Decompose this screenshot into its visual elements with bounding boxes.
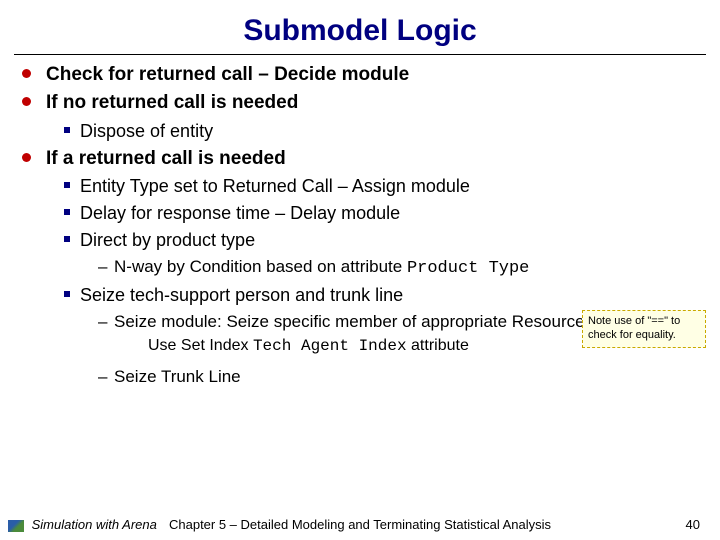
subsub-nway: – N-way by Condition based on attribute … [18,256,702,280]
dash-bullet-icon: – [98,311,107,333]
bullet-code: Tech Agent Index [253,337,407,355]
dash-bullet-icon: – [98,256,107,278]
bullet-text: Entity Type set to Returned Call – Assig… [80,176,470,196]
square-bullet-icon [64,209,70,215]
subbullet-direct: Direct by product type [18,229,702,252]
bullet-text: Seize module: Seize specific member of a… [114,312,612,331]
subbullet-entity-type: Entity Type set to Returned Call – Assig… [18,175,702,198]
bullet-dot-icon [22,97,31,106]
subbullet-seize: Seize tech-support person and trunk line [18,284,702,307]
bullet-text-c: attribute [407,337,469,354]
dash-bullet-icon: – [98,366,107,388]
square-bullet-icon [64,127,70,133]
title-rule [14,54,706,55]
footer-page: 40 [686,517,700,532]
subbullet-delay: Delay for response time – Delay module [18,202,702,225]
subbullet-dispose: Dispose of entity [18,120,702,143]
footer: Chapter 5 – Detailed Modeling and Termin… [0,517,720,532]
bullet-text: Direct by product type [80,230,255,250]
bullet-dot-icon [22,69,31,78]
bullet-dot-icon [22,153,31,162]
bullet-text-a: Use Set Index [148,337,253,354]
square-bullet-icon [64,182,70,188]
bullet-text: Check for returned call – Decide module [46,64,409,85]
bullet-check-returned: Check for returned call – Decide module [18,63,702,87]
bullet-if-returned: If a returned call is needed [18,147,702,171]
bullet-text: Delay for response time – Delay module [80,203,400,223]
square-bullet-icon [64,291,70,297]
footer-chapter: Chapter 5 – Detailed Modeling and Termin… [0,517,720,532]
bullet-text: Seize Trunk Line [114,367,241,386]
bullet-no-returned: If no returned call is needed [18,91,702,115]
slide: Submodel Logic Check for returned call –… [0,0,720,540]
bullet-text-a: N-way by Condition based on attribute [114,257,407,276]
bullet-text: If no returned call is needed [46,92,298,113]
bullet-code: Product Type [407,259,529,278]
bullet-text: If a returned call is needed [46,148,286,169]
square-bullet-icon [64,236,70,242]
note-box: Note use of "==" to check for equality. [582,310,706,348]
bullet-text: Seize tech-support person and trunk line [80,285,403,305]
subsub-seize-trunk: – Seize Trunk Line [18,366,702,388]
slide-title: Submodel Logic [0,0,720,54]
note-text: Note use of "==" to check for equality. [588,315,680,341]
bullet-text: Dispose of entity [80,121,213,141]
